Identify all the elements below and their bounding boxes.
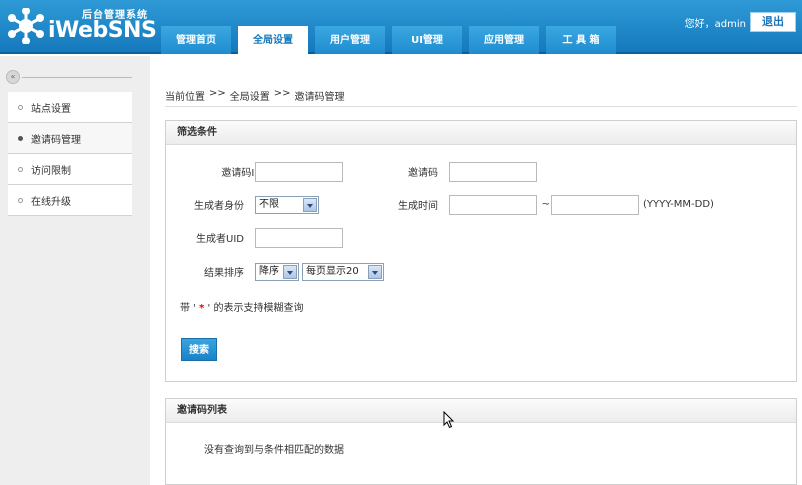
page-size-value: 每页显示20 — [306, 266, 359, 277]
sort-label: 结果排序 — [204, 268, 244, 279]
breadcrumb-global-settings[interactable]: 全局设置 — [230, 88, 270, 103]
chevron-down-icon — [368, 265, 382, 279]
date-format-hint: (YYYY-MM-DD) — [643, 199, 714, 210]
logout-button[interactable]: 退出 — [750, 12, 796, 32]
invite-code-label: 邀请码 — [408, 168, 438, 179]
creator-role-select[interactable]: 不限 — [255, 196, 319, 214]
page-size-select[interactable]: 每页显示20 — [302, 263, 384, 281]
invite-code-list-panel: 邀请码列表 没有查询到与条件相匹配的数据 — [165, 398, 797, 485]
created-time-label: 生成时间 — [398, 201, 438, 212]
hint-text: ' 的表示支持模糊查询 — [204, 303, 304, 314]
sidebar-item-label: 在线升级 — [31, 196, 71, 208]
sidebar-item-site-settings[interactable]: 站点设置 — [8, 92, 132, 123]
tab-toolbox[interactable]: 工 具 箱 — [546, 26, 616, 54]
time-from-input[interactable] — [449, 195, 537, 215]
bullet-icon — [18, 197, 23, 203]
breadcrumb: 当前位置 >> 全局设置 >> 邀请码管理 — [165, 88, 345, 103]
collapse-icon[interactable]: « — [6, 70, 20, 84]
creator-uid-label: 生成者UID — [196, 234, 244, 245]
tab-global-settings[interactable]: 全局设置 — [238, 26, 308, 56]
time-to-input[interactable] — [551, 195, 639, 215]
sidebar: « 站点设置 邀请码管理 访问限制 在线升级 — [0, 56, 150, 485]
main-nav: 管理首页 全局设置 用户管理 UI管理 应用管理 工 具 箱 — [161, 26, 623, 56]
chevron-down-icon — [283, 265, 297, 279]
divider — [22, 77, 132, 78]
sidebar-item-label: 站点设置 — [31, 103, 71, 115]
sidebar-menu: 站点设置 邀请码管理 访问限制 在线升级 — [8, 92, 132, 216]
breadcrumb-prefix: 当前位置 — [165, 92, 205, 103]
filter-panel-title: 筛选条件 — [166, 121, 796, 145]
sort-order-value: 降序 — [259, 266, 279, 277]
top-header: 后台管理系统 iWebSNS 管理首页 全局设置 用户管理 UI管理 应用管理 … — [0, 0, 802, 56]
bullet-icon — [18, 166, 23, 172]
breadcrumb-invite-codes: 邀请码管理 — [294, 92, 345, 103]
empty-state-message: 没有查询到与条件相匹配的数据 — [204, 445, 344, 456]
hint-text: 带 ' — [180, 303, 200, 314]
tab-user-management[interactable]: 用户管理 — [315, 26, 385, 54]
sidebar-collapse-row: « — [6, 70, 132, 84]
divider — [165, 106, 797, 107]
sidebar-item-label: 访问限制 — [31, 165, 71, 177]
logo: 后台管理系统 iWebSNS — [6, 4, 166, 50]
fuzzy-search-hint: 带 ' * ' 的表示支持模糊查询 — [180, 299, 303, 314]
search-button[interactable]: 搜索 — [181, 338, 217, 361]
bullet-icon — [18, 135, 23, 141]
breadcrumb-separator: >> — [273, 88, 291, 99]
invite-code-input[interactable] — [449, 162, 537, 182]
invite-id-label: 邀请码ID — [221, 168, 262, 179]
tab-ui-management[interactable]: UI管理 — [392, 26, 462, 54]
tab-admin-home[interactable]: 管理首页 — [161, 26, 231, 54]
bullet-icon — [18, 104, 23, 110]
sidebar-item-invite-codes[interactable]: 邀请码管理 — [8, 123, 132, 154]
greeting-text: 您好，admin — [684, 18, 746, 30]
sidebar-item-online-upgrade[interactable]: 在线升级 — [8, 185, 132, 216]
sidebar-item-label: 邀请码管理 — [31, 134, 81, 146]
list-panel-title: 邀请码列表 — [166, 399, 796, 423]
creator-uid-input[interactable] — [255, 228, 343, 248]
time-separator: ~ — [541, 199, 550, 210]
filter-panel: 筛选条件 邀请码ID 邀请码 生成者身份 不限 生成时间 ~ (YYYY-MM-… — [165, 120, 797, 382]
user-area: 您好，admin 退出 — [685, 12, 796, 32]
creator-role-label: 生成者身份 — [194, 201, 244, 212]
creator-role-value: 不限 — [259, 199, 279, 210]
mouse-cursor-icon — [443, 411, 455, 429]
tab-app-management[interactable]: 应用管理 — [469, 26, 539, 54]
main-content: 当前位置 >> 全局设置 >> 邀请码管理 筛选条件 邀请码ID 邀请码 生成者… — [150, 72, 802, 485]
invite-id-input[interactable] — [255, 162, 343, 182]
logo-title: iWebSNS — [48, 18, 157, 43]
sidebar-item-access-limit[interactable]: 访问限制 — [8, 154, 132, 185]
sort-order-select[interactable]: 降序 — [255, 263, 299, 281]
chevron-down-icon — [303, 198, 317, 212]
logo-icon — [8, 8, 44, 44]
breadcrumb-separator: >> — [209, 88, 226, 99]
